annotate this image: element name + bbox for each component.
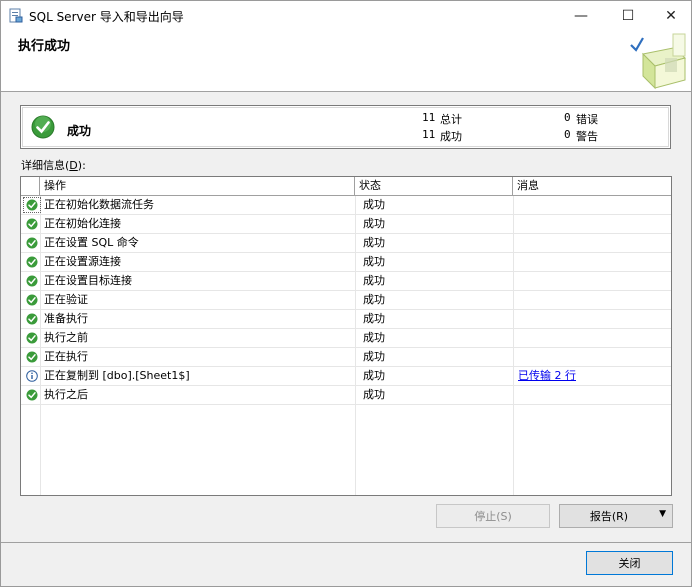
page-title: 执行成功 [18, 39, 71, 54]
operation-cell: 执行之前 [44, 331, 88, 344]
operation-cell: 正在初始化连接 [44, 217, 121, 230]
details-label: 详细信息(D): [21, 159, 86, 172]
status-cell: 成功 [363, 369, 385, 382]
message-cell [518, 291, 670, 309]
stop-label: 停止(S) [474, 510, 512, 523]
success-icon [26, 218, 38, 230]
operation-cell: 正在设置目标连接 [44, 274, 132, 287]
message-cell [518, 234, 670, 252]
operation-cell: 正在初始化数据流任务 [44, 198, 154, 211]
success-icon [26, 237, 38, 249]
status-cell: 成功 [363, 350, 385, 363]
status-cell: 成功 [363, 217, 385, 230]
title-bar: SQL Server 导入和导出向导 — ☐ ✕ [1, 1, 691, 30]
status-cell: 成功 [363, 388, 385, 401]
message-cell [518, 196, 670, 214]
message-cell: 已传输 2 行 [518, 367, 670, 385]
grid-header: 操作 状态 消息 [21, 177, 671, 196]
operation-cell: 正在设置源连接 [44, 255, 121, 268]
table-row[interactable]: 正在初始化数据流任务 成功 [21, 196, 671, 215]
table-row[interactable]: 正在复制到 [dbo].[Sheet1$] 成功 已传输 2 行 [21, 367, 671, 386]
status-cell: 成功 [363, 236, 385, 249]
status-cell: 成功 [363, 255, 385, 268]
table-row[interactable]: 执行之后 成功 [21, 386, 671, 405]
column-header-message[interactable]: 消息 [513, 177, 671, 195]
message-cell [518, 386, 670, 404]
window-title: SQL Server 导入和导出向导 [29, 10, 184, 24]
table-row[interactable]: 准备执行 成功 [21, 310, 671, 329]
success-count: 11 [422, 128, 436, 141]
wizard-graphic-icon [630, 33, 687, 90]
minimize-icon: — [574, 7, 588, 24]
warning-count: 0 [564, 128, 571, 141]
table-row[interactable]: 正在设置 SQL 命令 成功 [21, 234, 671, 253]
close-window-button[interactable]: ✕ [651, 1, 691, 30]
success-icon [26, 313, 38, 325]
status-cell: 成功 [363, 198, 385, 211]
message-cell [518, 310, 670, 328]
report-button[interactable]: 报告(R) ▼ [559, 504, 673, 528]
details-grid[interactable]: 操作 状态 消息 正在初始化数据流任务 成功 正在初始化连接 成功 正在设置 SQL 命… [20, 176, 672, 496]
success-icon [26, 332, 38, 344]
message-cell [518, 348, 670, 366]
wizard-window: SQL Server 导入和导出向导 — ☐ ✕ 执行成功 成功 11 总计 1… [0, 0, 692, 587]
error-count: 0 [564, 111, 571, 124]
success-check-icon [31, 115, 55, 139]
summary-status: 成功 [67, 124, 92, 138]
footer-divider [1, 542, 691, 543]
operation-cell: 正在验证 [44, 293, 88, 306]
table-row[interactable]: 正在设置源连接 成功 [21, 253, 671, 272]
column-header-operation[interactable]: 操作 [40, 177, 355, 195]
table-row[interactable]: 正在初始化连接 成功 [21, 215, 671, 234]
table-row[interactable]: 正在执行 成功 [21, 348, 671, 367]
close-button[interactable]: 关闭 [586, 551, 673, 575]
message-cell [518, 272, 670, 290]
success-icon [26, 351, 38, 363]
operation-cell: 正在执行 [44, 350, 88, 363]
status-cell: 成功 [363, 331, 385, 344]
chevron-down-icon: ▼ [659, 509, 666, 519]
success-icon [26, 389, 38, 401]
message-cell [518, 329, 670, 347]
error-label: 错误 [576, 113, 598, 126]
page-header: 执行成功 [1, 30, 691, 92]
success-icon [26, 256, 38, 268]
table-row[interactable]: 正在设置目标连接 成功 [21, 272, 671, 291]
focus-outline [23, 197, 41, 213]
table-row[interactable]: 正在验证 成功 [21, 291, 671, 310]
status-cell: 成功 [363, 293, 385, 306]
success-icon [26, 294, 38, 306]
success-label: 成功 [440, 130, 462, 143]
summary-panel: 成功 11 总计 11 成功 0 错误 0 警告 [20, 105, 671, 149]
column-header-status[interactable]: 状态 [355, 177, 513, 195]
operation-cell: 正在设置 SQL 命令 [44, 236, 139, 249]
close-icon: ✕ [665, 7, 677, 24]
close-label: 关闭 [618, 557, 641, 570]
column-header-icon [21, 177, 40, 195]
operation-cell: 执行之后 [44, 388, 88, 401]
success-icon [26, 275, 38, 287]
report-label: 报告(R) [589, 510, 629, 523]
total-label: 总计 [440, 113, 462, 126]
info-icon [26, 370, 38, 382]
rows-transferred-link[interactable]: 已传输 2 行 [518, 369, 576, 382]
stop-button[interactable]: 停止(S) [436, 504, 550, 528]
operation-cell: 正在复制到 [dbo].[Sheet1$] [44, 369, 190, 382]
maximize-button[interactable]: ☐ [608, 1, 648, 30]
maximize-icon: ☐ [621, 7, 635, 24]
warning-label: 警告 [576, 130, 598, 143]
message-cell [518, 253, 670, 271]
app-icon [9, 8, 23, 23]
status-cell: 成功 [363, 274, 385, 287]
status-cell: 成功 [363, 312, 385, 325]
table-row[interactable]: 执行之前 成功 [21, 329, 671, 348]
total-count: 11 [422, 111, 436, 124]
minimize-button[interactable]: — [561, 1, 601, 30]
message-cell [518, 215, 670, 233]
operation-cell: 准备执行 [44, 312, 88, 325]
